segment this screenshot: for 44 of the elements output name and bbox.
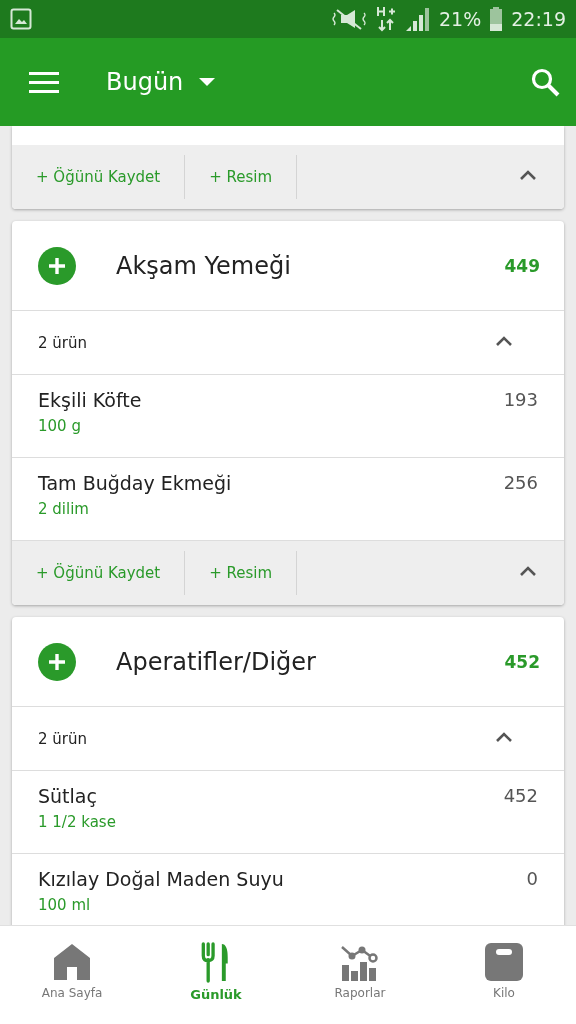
- add-button[interactable]: [38, 642, 76, 681]
- house-icon: [52, 942, 92, 982]
- plus-icon: [47, 651, 67, 672]
- footer-link[interactable]: + Resim: [185, 155, 298, 199]
- footer-link[interactable]: + Resim: [185, 551, 298, 595]
- food-name[interactable]: Ekşili Köfte: [38, 389, 142, 411]
- nav-tab[interactable]: Ana Sayfa: [17, 942, 127, 1002]
- add-button[interactable]: [38, 246, 76, 285]
- mute-icon: [331, 7, 367, 31]
- item-count: 2 ürün: [38, 333, 87, 352]
- battery-percentage: 21%: [439, 8, 482, 30]
- meal-title: Akşam Yemeği: [116, 251, 292, 280]
- food-calories: 256: [503, 472, 538, 495]
- scale-icon: [484, 942, 524, 982]
- footer-link[interactable]: + Öğünü Kaydet: [12, 155, 186, 199]
- nav-tab[interactable]: Kilo: [449, 942, 559, 1002]
- meal-calories: 449: [504, 255, 540, 276]
- nav-tab[interactable]: Günlük: [161, 942, 271, 1002]
- meal-calories: 452: [504, 651, 540, 672]
- search-icon[interactable]: [530, 67, 560, 97]
- item-count: 2 ürün: [38, 729, 87, 748]
- food-amount: 100 ml: [38, 896, 92, 914]
- menu-icon[interactable]: [28, 70, 60, 94]
- food-calories: 0: [526, 868, 538, 891]
- food-name[interactable]: Tam Buğday Ekmeği: [38, 472, 232, 494]
- food-name[interactable]: Kızılay Doğal Maden Suyu: [38, 868, 284, 890]
- food-name[interactable]: Sütlaç: [38, 785, 116, 807]
- food-calories: 452: [503, 785, 538, 808]
- date-selector[interactable]: Bugün: [106, 68, 184, 96]
- clock-time: 22:19: [511, 8, 566, 30]
- meal-title: Aperatifler/Diğer: [116, 647, 317, 676]
- signal-icon: [405, 6, 431, 32]
- food-amount: 2 dilim: [38, 500, 90, 518]
- plus-icon: [47, 255, 67, 276]
- image-icon: [10, 8, 32, 30]
- fork-knife-icon: [201, 942, 231, 983]
- nav-tab[interactable]: Raporlar: [305, 942, 415, 1002]
- food-amount: 100 g: [38, 417, 82, 435]
- network-type-icon: [375, 5, 397, 33]
- footer-link[interactable]: + Öğünü Kaydet: [12, 551, 186, 595]
- battery-icon: [489, 6, 504, 32]
- dropdown-arrow-icon[interactable]: [199, 77, 216, 87]
- food-calories: 193: [503, 389, 538, 412]
- food-amount: 1 1/2 kase: [38, 813, 116, 831]
